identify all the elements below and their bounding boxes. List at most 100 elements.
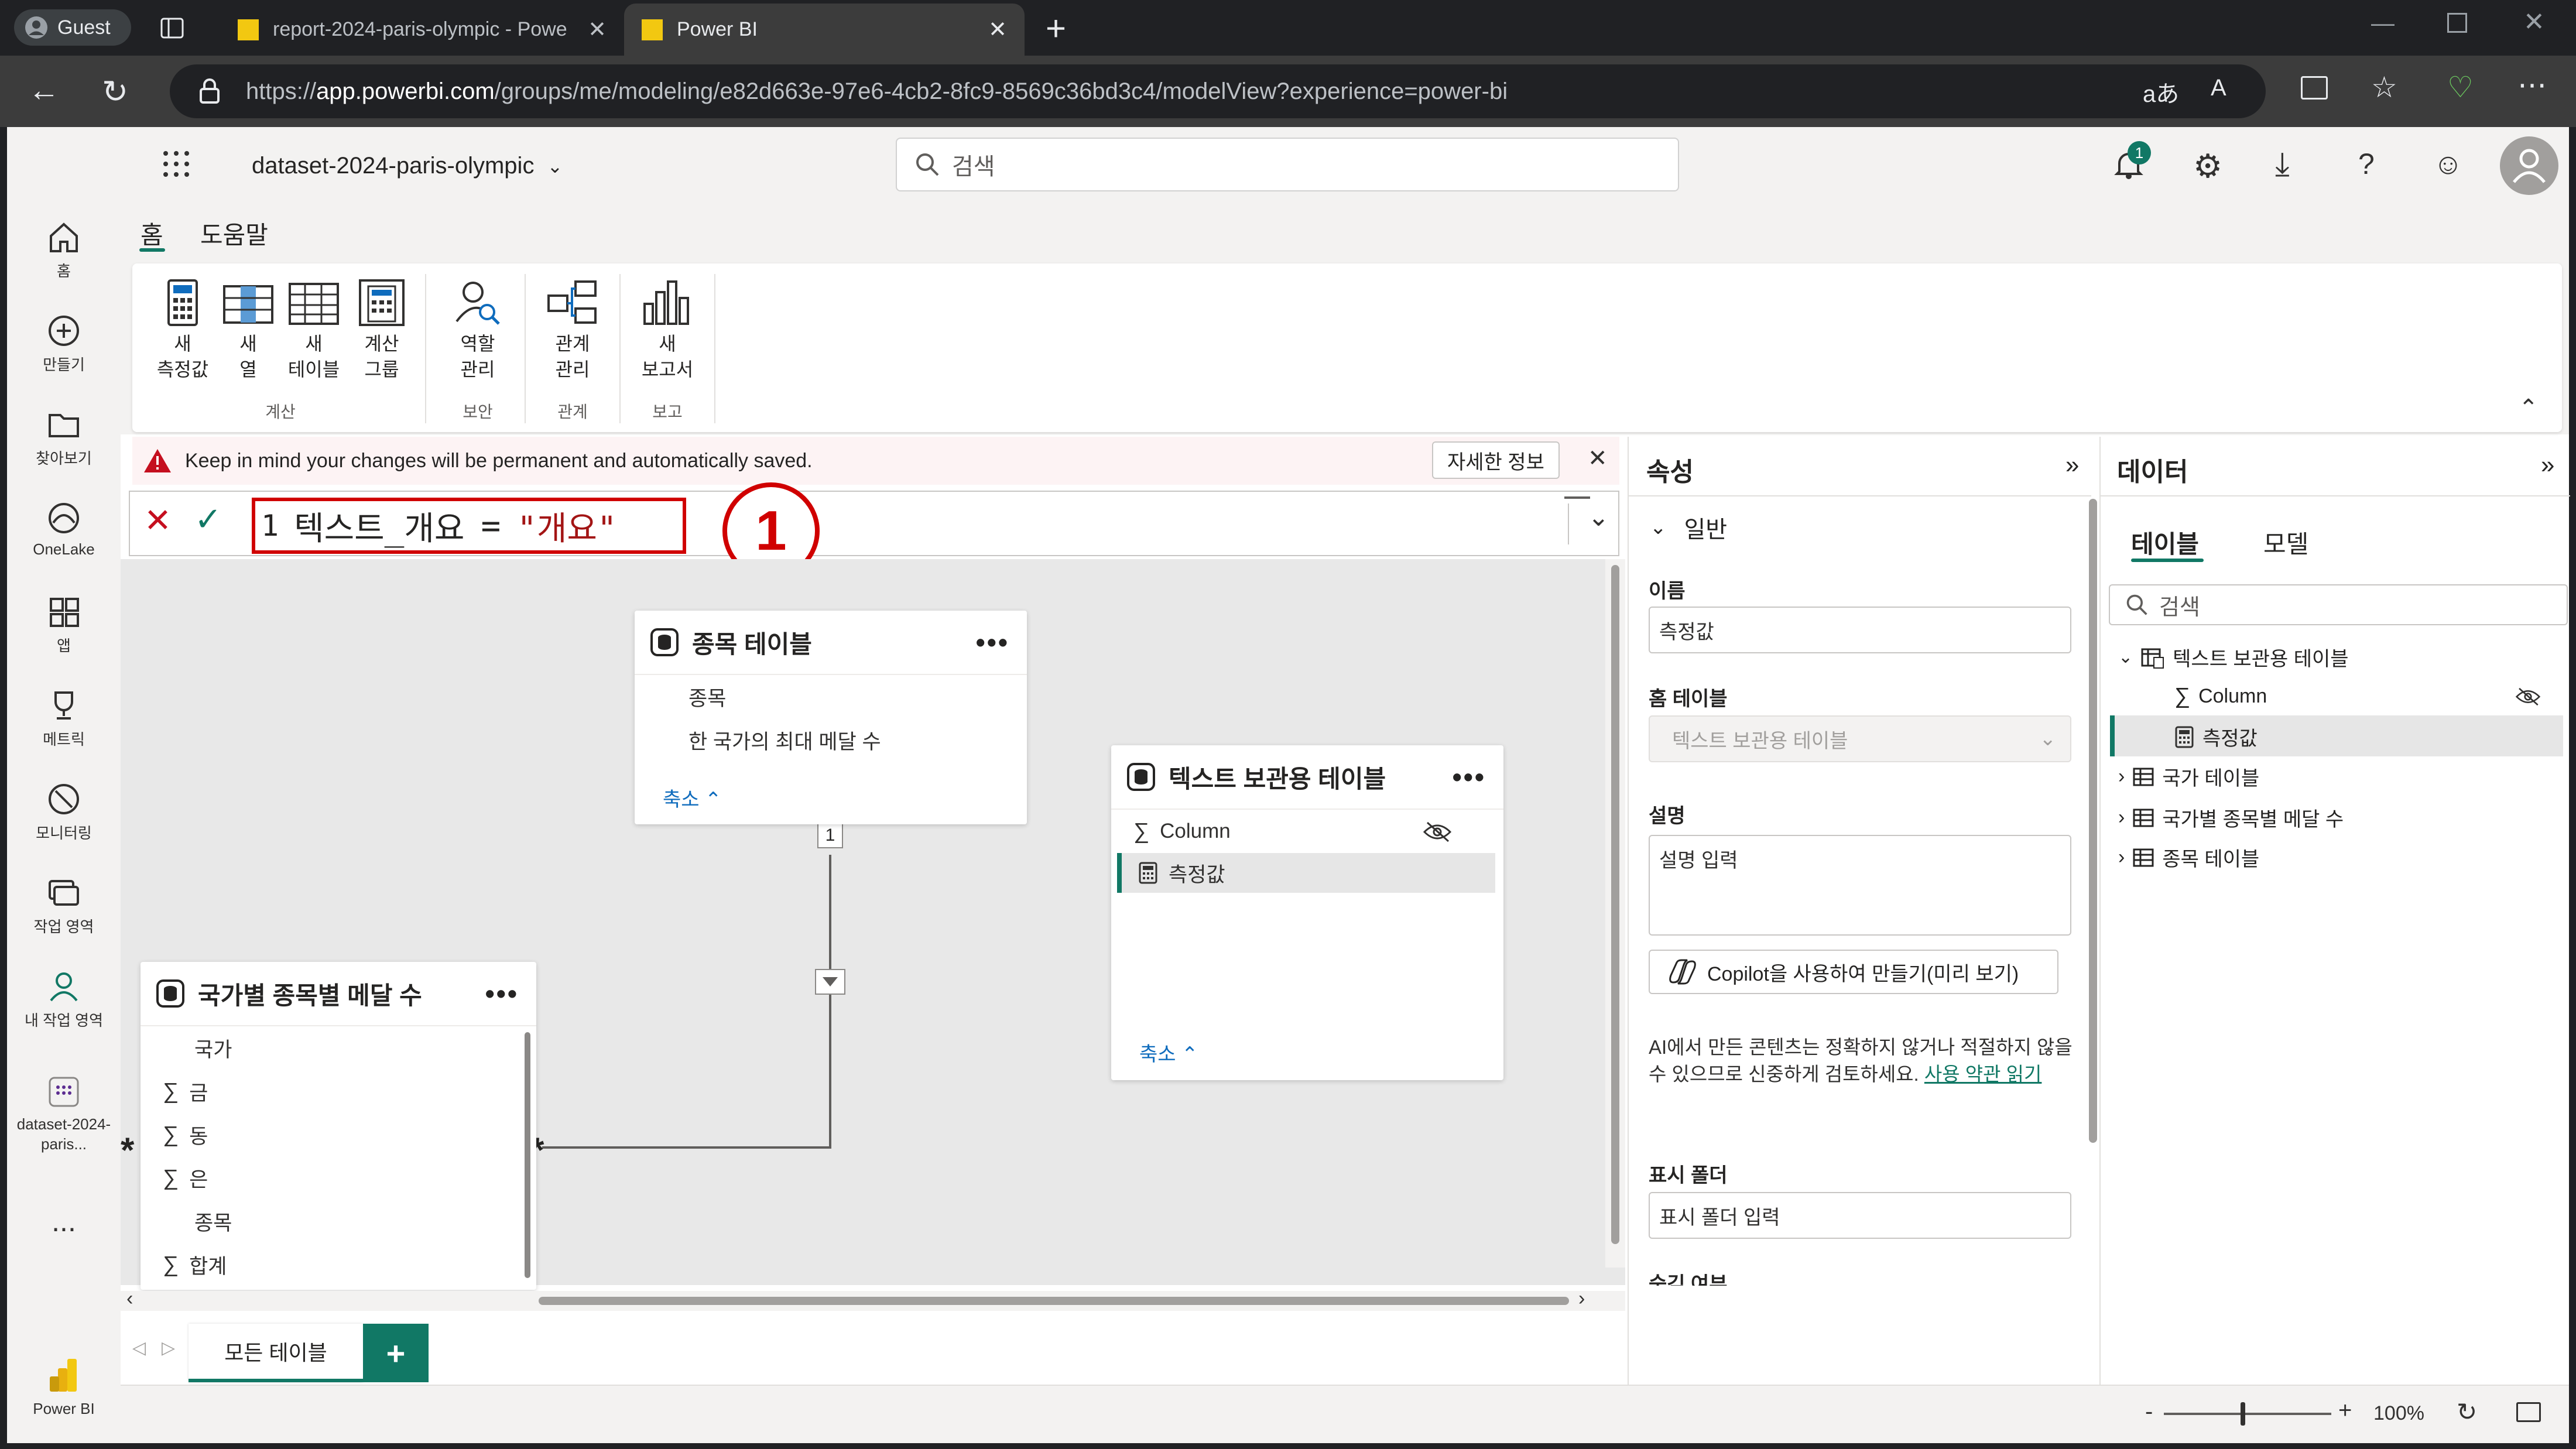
display-folder-input[interactable]: 표시 폴더 입력 <box>1649 1192 2071 1239</box>
scroll-thumb[interactable] <box>539 1297 1569 1305</box>
scroll-right-icon[interactable]: › <box>1578 1287 1585 1310</box>
hidden-eye-icon[interactable] <box>2515 687 2541 706</box>
zoom-in-button[interactable]: + <box>2338 1397 2352 1424</box>
field-row[interactable]: ∑ Column <box>1111 810 1503 853</box>
nav-metrics[interactable]: 메트릭 <box>7 689 121 749</box>
tab-home[interactable]: 홈 <box>141 215 163 251</box>
maximize-icon[interactable] <box>2447 13 2467 33</box>
calculation-group-button[interactable]: 계산 그룹 <box>350 278 413 382</box>
field-row[interactable]: 국가 <box>141 1026 536 1070</box>
table-card-events[interactable]: 종목 테이블 ••• 종목 한 국가의 최대 메달 수 축소 ⌃ <box>635 611 1027 824</box>
nav-create[interactable]: 만들기 <box>7 314 121 375</box>
add-layout-button[interactable]: + <box>363 1324 429 1382</box>
zoom-slider-thumb[interactable] <box>2241 1402 2246 1426</box>
ribbon-collapse-icon[interactable]: ⌃ <box>2519 395 2539 422</box>
close-icon[interactable]: ✕ <box>588 16 607 43</box>
expand-formula-icon[interactable]: ⌄ <box>1588 502 1609 532</box>
url-field[interactable]: https://app.powerbi.com/groups/me/modeli… <box>170 64 2266 118</box>
scroll-thumb[interactable] <box>2089 499 2097 1143</box>
copilot-button[interactable]: Copilot을 사용하여 만들기(미리 보기) <box>1649 950 2058 994</box>
download-icon[interactable]: ⤓ <box>2275 145 2290 184</box>
table-card-text-storage[interactable]: 텍스트 보관용 테이블 ••• ∑ Column 측정값 축소 ⌃ <box>1111 745 1503 1080</box>
tab-tables[interactable]: 테이블 <box>2131 525 2199 560</box>
table-card-country-medals[interactable]: 국가별 종목별 메달 수 ••• 국가 ∑ 금 ∑ 동 ∑ 은 종목 ∑ 합계 <box>141 962 536 1290</box>
tree-item-measure[interactable]: 측정값 <box>2174 722 2258 751</box>
dataset-name-dropdown[interactable]: dataset-2024-paris-olympic ⌄ <box>252 153 563 179</box>
window-close-icon[interactable]: ✕ <box>2523 7 2545 37</box>
nav-browse[interactable]: 찾아보기 <box>7 408 121 468</box>
relationship-direction-icon[interactable] <box>815 969 845 995</box>
collapse-pane-icon[interactable]: » <box>2065 451 2079 479</box>
split-screen-icon[interactable] <box>2301 76 2328 100</box>
section-general-toggle[interactable]: ⌄ 일반 <box>1650 511 1727 544</box>
new-column-button[interactable]: 새 열 <box>218 278 279 382</box>
pane-scrollbar[interactable] <box>2087 492 2099 1146</box>
field-row[interactable]: 한 국가의 최대 메달 수 <box>635 718 1027 762</box>
browser-tab-report[interactable]: report-2024-paris-olympic - Powe ✕ <box>220 4 624 56</box>
minimize-icon[interactable]: — <box>2371 11 2395 37</box>
hidden-eye-icon[interactable] <box>1423 821 1452 842</box>
dismiss-warning-icon[interactable]: ✕ <box>1588 445 1608 472</box>
back-icon[interactable]: ← <box>28 72 60 108</box>
zoom-out-button[interactable]: - <box>2145 1399 2153 1425</box>
zoom-slider-track[interactable] <box>2164 1402 2331 1426</box>
avatar[interactable] <box>2500 136 2558 195</box>
data-search-input[interactable]: 검색 <box>2109 584 2568 625</box>
field-row[interactable]: ∑ 동 <box>141 1113 536 1156</box>
field-row[interactable]: ∑ 은 <box>141 1156 536 1200</box>
new-measure-button[interactable]: 새 측정값 <box>148 278 218 382</box>
help-icon[interactable]: ? <box>2358 147 2375 181</box>
collapse-pane-icon[interactable]: » <box>2541 451 2554 479</box>
name-input[interactable]: 측정값 <box>1649 607 2071 653</box>
tree-item-country-medals-table[interactable]: › 국가별 종목별 메달 수 <box>2118 803 2344 832</box>
commit-formula-icon[interactable]: ✓ <box>194 500 222 539</box>
nav-workspaces[interactable]: 작업 영역 <box>7 876 121 937</box>
description-textarea[interactable]: 설명 입력 <box>1649 835 2071 936</box>
browser-menu-icon[interactable]: ⋯ <box>2517 68 2547 102</box>
tab-scroll-right-icon[interactable]: ▷ <box>162 1338 175 1358</box>
nav-monitoring[interactable]: 모니터링 <box>7 783 121 843</box>
reset-zoom-icon[interactable]: ↻ <box>2457 1397 2477 1426</box>
tab-actions-icon[interactable] <box>159 15 185 41</box>
read-aloud-icon[interactable]: aあ <box>2143 75 2179 109</box>
new-tab-icon[interactable]: + <box>1046 8 1066 49</box>
tab-model[interactable]: 모델 <box>2263 525 2308 560</box>
app-launcher-icon[interactable] <box>162 149 191 179</box>
model-canvas[interactable]: 1 * * 종목 테이블 ••• 종목 한 국가의 최대 메달 수 축소 ⌃ 텍… <box>121 559 1625 1290</box>
nav-onelake[interactable]: OneLake <box>7 502 121 559</box>
favorites-icon[interactable]: ☆ <box>2371 70 2397 104</box>
text-size-icon[interactable]: A <box>2211 75 2226 101</box>
manage-roles-button[interactable]: 역할 관리 <box>443 278 513 382</box>
more-options-icon[interactable]: ••• <box>485 978 519 1009</box>
tree-item-events-table[interactable]: › 종목 테이블 <box>2118 843 2259 872</box>
canvas-vertical-scrollbar[interactable] <box>1605 559 1625 1268</box>
field-row[interactable]: ∑ 합계 <box>141 1243 536 1286</box>
cancel-formula-icon[interactable]: ✕ <box>144 501 172 540</box>
terms-link[interactable]: 사용 약관 읽기 <box>1924 1063 2042 1085</box>
tree-item-text-storage-table[interactable]: ⌄ 텍스트 보관용 테이블 <box>2118 643 2349 672</box>
sheet-tab-all-tables[interactable]: 모든 테이블 <box>189 1324 363 1382</box>
manage-relationships-button[interactable]: 관계 관리 <box>537 278 608 382</box>
nav-my-workspace[interactable]: 내 작업 영역 <box>7 970 121 1030</box>
more-options-icon[interactable]: ••• <box>976 626 1009 658</box>
card-header[interactable]: 종목 테이블 ••• <box>635 611 1027 675</box>
nav-apps[interactable]: 앱 <box>7 595 121 656</box>
home-table-select[interactable]: 텍스트 보관용 테이블 ⌄ <box>1649 715 2071 762</box>
nav-more-icon[interactable]: ... <box>7 1204 121 1238</box>
field-row-selected[interactable]: 측정값 <box>1117 853 1495 893</box>
new-table-button[interactable]: 새 테이블 <box>281 278 347 382</box>
card-header[interactable]: 텍스트 보관용 테이블 ••• <box>1111 745 1503 810</box>
tree-item-country-table[interactable]: › 국가 테이블 <box>2118 762 2259 791</box>
browser-tab-powerbi[interactable]: Power BI ✕ <box>624 4 1025 56</box>
global-search[interactable]: 검색 <box>896 138 1679 191</box>
collapse-link[interactable]: 축소 ⌃ <box>663 783 722 812</box>
scroll-thumb[interactable] <box>1611 565 1619 1244</box>
formula-editor[interactable]: 1 텍스트_개요 = "개요" <box>261 501 617 550</box>
close-icon[interactable]: ✕ <box>988 16 1007 43</box>
guest-profile-button[interactable]: Guest <box>14 9 131 46</box>
tree-item-column[interactable]: ∑ Column <box>2174 684 2267 709</box>
field-row[interactable]: ∑ 금 <box>141 1070 536 1113</box>
field-row[interactable]: 종목 <box>635 675 1027 718</box>
notifications-icon[interactable]: 1 <box>2111 141 2151 182</box>
fit-to-screen-icon[interactable] <box>2516 1402 2541 1422</box>
